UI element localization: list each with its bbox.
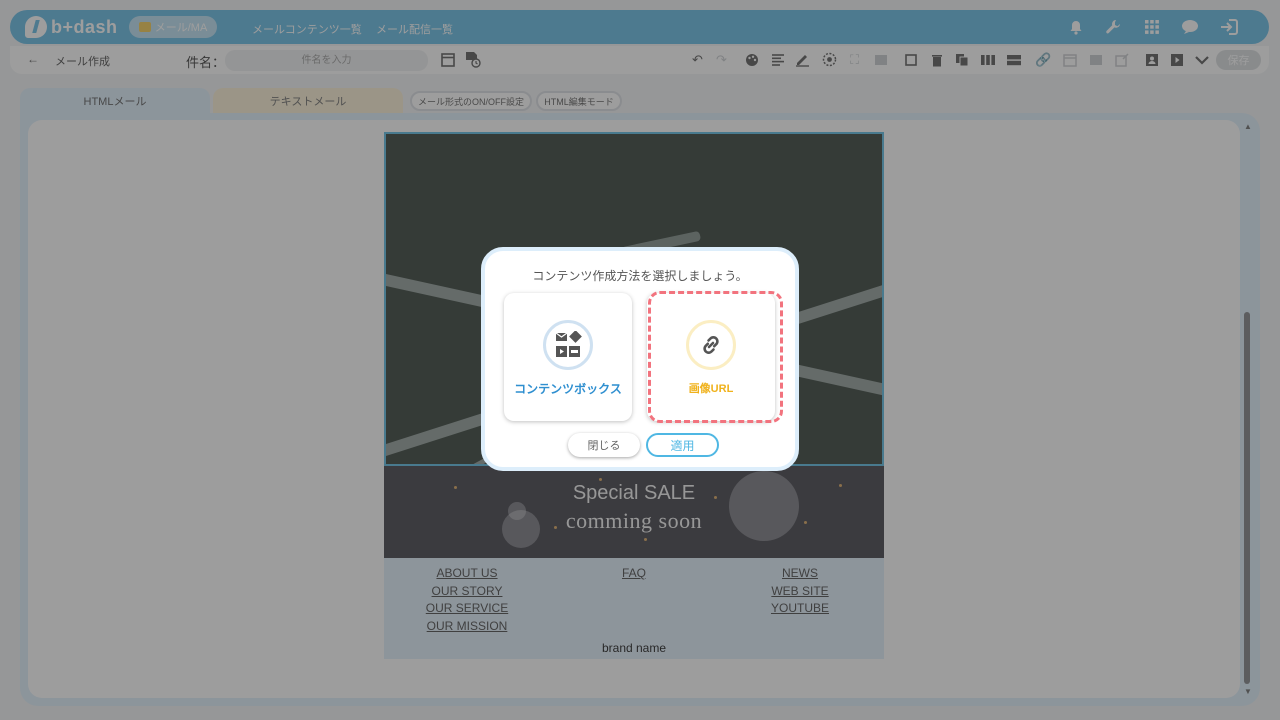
dialog-title: コンテンツ作成方法を選択しましょう。	[532, 269, 748, 283]
apply-button[interactable]: 適用	[646, 433, 719, 457]
contents-box-icon	[543, 320, 593, 370]
option-contents-box[interactable]: コンテンツボックス	[504, 293, 632, 421]
close-button[interactable]: 閉じる	[568, 433, 640, 457]
option-image-url-label: 画像URL	[688, 383, 734, 395]
option-image-url[interactable]: 画像URL	[647, 293, 775, 421]
option-contents-box-label: コンテンツボックス	[514, 382, 622, 396]
content-method-dialog: コンテンツ作成方法を選択しましょう。 コンテンツボックス 画像URL 閉じる 適…	[481, 247, 799, 471]
link-chain-icon	[686, 320, 736, 370]
